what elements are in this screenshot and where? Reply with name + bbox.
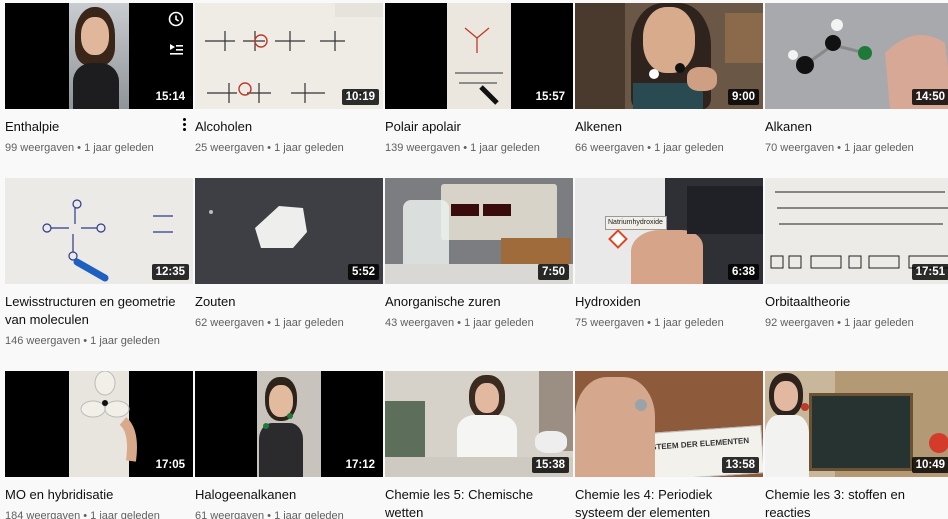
- video-card[interactable]: 15:14 Enthalpie 99 weergaven • 1 jaar ge…: [5, 3, 193, 155]
- video-thumbnail[interactable]: 10:49: [765, 371, 948, 477]
- video-thumbnail[interactable]: Natriumhydroxide 6:38: [575, 178, 763, 284]
- video-meta: 75 weergaven • 1 jaar geleden: [575, 317, 724, 329]
- video-meta: 43 weergaven • 1 jaar geleden: [385, 317, 534, 329]
- video-meta: 92 weergaven • 1 jaar geleden: [765, 317, 914, 329]
- video-card[interactable]: 10:49 Chemie les 3: stoffen en reacties: [765, 371, 948, 519]
- video-duration: 15:38: [531, 457, 569, 473]
- video-title[interactable]: Halogeenalkanen: [195, 486, 383, 504]
- video-title[interactable]: Alkanen: [765, 118, 948, 136]
- video-duration: 15:57: [531, 89, 569, 105]
- hover-actions: [163, 7, 189, 61]
- video-card[interactable]: 5:52 Zouten 62 weergaven • 1 jaar gelede…: [195, 178, 383, 330]
- video-title[interactable]: Chemie les 5: Chemische wetten: [385, 486, 573, 519]
- video-title[interactable]: Chemie les 3: stoffen en reacties: [765, 486, 948, 519]
- video-title[interactable]: Zouten: [195, 293, 383, 311]
- video-card[interactable]: 17:05 MO en hybridisatie 184 weergaven •…: [5, 371, 193, 519]
- video-title[interactable]: Polair apolair: [385, 118, 573, 136]
- video-title[interactable]: Alkenen: [575, 118, 763, 136]
- video-meta: 61 weergaven • 1 jaar geleden: [195, 510, 344, 519]
- video-thumbnail[interactable]: 12:35: [5, 178, 193, 284]
- video-thumbnail[interactable]: 14:50: [765, 3, 948, 109]
- video-title[interactable]: Enthalpie: [5, 118, 193, 136]
- video-duration: 14:50: [911, 89, 948, 105]
- video-duration: 5:52: [347, 264, 379, 280]
- video-duration: 17:05: [151, 457, 189, 473]
- video-title[interactable]: Orbitaaltheorie: [765, 293, 948, 311]
- video-grid: 15:14 Enthalpie 99 weergaven • 1 jaar ge…: [0, 0, 948, 519]
- video-duration: 17:12: [341, 457, 379, 473]
- video-meta: 146 weergaven • 1 jaar geleden: [5, 335, 160, 347]
- video-card[interactable]: 14:50 Alkanen 70 weergaven • 1 jaar gele…: [765, 3, 948, 155]
- video-card[interactable]: 17:51 Orbitaaltheorie 92 weergaven • 1 j…: [765, 178, 948, 330]
- video-card[interactable]: 15:38 Chemie les 5: Chemische wetten: [385, 371, 573, 519]
- video-duration: 9:00: [727, 89, 759, 105]
- video-meta: 25 weergaven • 1 jaar geleden: [195, 142, 344, 154]
- video-duration: 17:51: [911, 264, 948, 280]
- video-thumbnail[interactable]: 15:14: [5, 3, 193, 109]
- video-meta: 99 weergaven • 1 jaar geleden: [5, 142, 154, 154]
- video-title[interactable]: Chemie les 4: Periodiek systeem der elem…: [575, 486, 763, 519]
- video-duration: 10:49: [911, 457, 948, 473]
- video-duration: 12:35: [151, 264, 189, 280]
- video-thumbnail[interactable]: 15:57: [385, 3, 573, 109]
- video-thumbnail[interactable]: 17:05: [5, 371, 193, 477]
- video-card[interactable]: 7:50 Anorganische zuren 43 weergaven • 1…: [385, 178, 573, 330]
- kebab-menu-icon[interactable]: [179, 115, 189, 133]
- video-title[interactable]: Lewisstructuren en geometrie van molecul…: [5, 293, 193, 329]
- video-card[interactable]: 9:00 Alkenen 66 weergaven • 1 jaar geled…: [575, 3, 763, 155]
- video-meta: 184 weergaven • 1 jaar geleden: [5, 510, 160, 519]
- video-card[interactable]: Natriumhydroxide 6:38 Hydroxiden 75 weer…: [575, 178, 763, 330]
- video-card[interactable]: 10:19 Alcoholen 25 weergaven • 1 jaar ge…: [195, 3, 383, 155]
- video-duration: 7:50: [537, 264, 569, 280]
- video-title[interactable]: MO en hybridisatie: [5, 486, 193, 504]
- video-title[interactable]: Hydroxiden: [575, 293, 763, 311]
- video-thumbnail[interactable]: 7:50: [385, 178, 573, 284]
- video-card[interactable]: 15:57 Polair apolair 139 weergaven • 1 j…: [385, 3, 573, 155]
- video-thumbnail[interactable]: 15:38: [385, 371, 573, 477]
- video-card[interactable]: 12:35 Lewisstructuren en geometrie van m…: [5, 178, 193, 348]
- video-meta: 66 weergaven • 1 jaar geleden: [575, 142, 724, 154]
- video-duration: 15:14: [151, 89, 189, 105]
- video-meta: 139 weergaven • 1 jaar geleden: [385, 142, 540, 154]
- video-card[interactable]: STEEM DER ELEMENTEN 13:58 Chemie les 4: …: [575, 371, 763, 519]
- video-meta: 62 weergaven • 1 jaar geleden: [195, 317, 344, 329]
- video-title[interactable]: Anorganische zuren: [385, 293, 573, 311]
- video-thumbnail[interactable]: 17:51: [765, 178, 948, 284]
- video-thumbnail[interactable]: 9:00: [575, 3, 763, 109]
- video-duration: 6:38: [727, 264, 759, 280]
- video-thumbnail[interactable]: 17:12: [195, 371, 383, 477]
- natriumhydroxide-label: Natriumhydroxide: [605, 216, 667, 230]
- video-meta: 70 weergaven • 1 jaar geleden: [765, 142, 914, 154]
- clock-icon[interactable]: [163, 7, 189, 31]
- video-thumbnail[interactable]: 5:52: [195, 178, 383, 284]
- video-card[interactable]: 17:12 Halogeenalkanen 61 weergaven • 1 j…: [195, 371, 383, 519]
- video-thumbnail[interactable]: 10:19: [195, 3, 383, 109]
- video-thumbnail[interactable]: STEEM DER ELEMENTEN 13:58: [575, 371, 763, 477]
- queue-icon[interactable]: [163, 37, 189, 61]
- video-duration: 10:19: [341, 89, 379, 105]
- video-title[interactable]: Alcoholen: [195, 118, 383, 136]
- video-duration: 13:58: [721, 457, 759, 473]
